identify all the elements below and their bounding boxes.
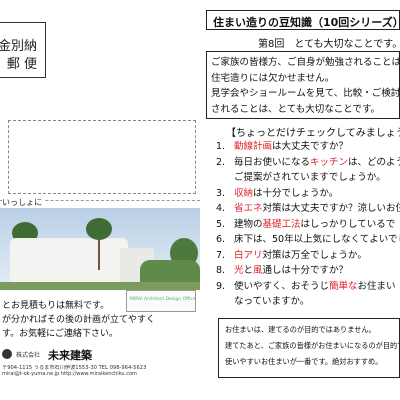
company-web: mirai@t-ok-yuma.ne.jp http://www.miraike… (2, 371, 137, 377)
intro-box: ご家族の皆様方、ご自身が勉強されることは 住宅造りには欠かせません。 見学会やシ… (206, 51, 400, 119)
item-text: 通しは十分ですか？ (262, 265, 349, 276)
item-highlight: 基礎工法 (262, 218, 301, 230)
company-row: 株式会社 未来建築 (0, 349, 200, 362)
info-line: す。お気軽にご連絡下さい。 (2, 329, 118, 339)
item-number: 7. (216, 249, 226, 261)
series-title: 住まい造りの豆知識（10回シリーズ） (213, 16, 400, 29)
item-highlight: キッチン (310, 156, 349, 168)
closing-line: お住まいは、建てるのが目的ではありません。 (225, 325, 376, 334)
item-text: 建物の (234, 218, 263, 230)
list-item-continuation: ご提案がされていますでしょうか。 (234, 172, 386, 183)
address-area (8, 120, 196, 194)
item-text: と (243, 265, 254, 276)
item-number: 2. (216, 156, 226, 168)
list-item: 6. 床下は、50年以上気にしなくてよいでし (216, 232, 400, 248)
info-line: が分かればその後の計画が立てやすく (2, 315, 156, 325)
series-header: 住まい造りの豆知識（10回シリーズ） (206, 10, 400, 30)
shrubs (140, 260, 200, 282)
company-name: 未来建築 (48, 349, 92, 362)
list-item: 7. 白アリ対策は万全でしょうか。 (216, 248, 400, 264)
item-text: は大丈夫ですか？ (272, 141, 349, 152)
closing-box: お住まいは、建てるのが目的ではありません。 建てたあと、ご家族の皆様がお住まいに… (218, 318, 400, 378)
item-highlight: 簡単な (329, 280, 358, 292)
list-item: 1. 動線計画は大丈夫ですか？ (216, 139, 400, 155)
list-item: 3. 収納は十分でしょうか。 (216, 186, 400, 202)
postage-line-1: 金別納 (0, 39, 37, 54)
list-item: 5. 建物の基礎工法はしっかりしているで (216, 217, 400, 233)
postage-line-2: 郵 便 (6, 57, 37, 72)
company-type: 株式会社 (16, 352, 41, 359)
office-logo-text: MIRAI Architect Design Office (130, 297, 196, 302)
list-item: 8. 光と風通しは十分ですか？ (216, 263, 400, 279)
section-label: いっしょに (2, 197, 44, 208)
list-item: 2. 毎日お使いになるキッチンは、どのような (216, 155, 400, 171)
item-number: 8. (216, 265, 226, 276)
list-item: 9. 使いやすく、おそうじ簡単なお住まい (216, 279, 400, 295)
intro-line: 住宅造りには欠かせません。 (211, 72, 335, 84)
closing-line: 建てたあと、ご家族の皆様がお住まいになるのが目的です。 (225, 341, 400, 350)
intro-line: されることは、とても大切なことです。 (211, 103, 381, 115)
item-text: 対策は大丈夫ですか？涼しいお住ま (262, 203, 400, 214)
company-address: 〒904-1115 うるま市石川伊波1553-30 TEL 098-964-56… (2, 365, 147, 371)
item-highlight: 白アリ (234, 249, 263, 261)
item-number: 1. (216, 141, 226, 152)
intro-line: 見学会やショールームを見て、比較・ご検討 (211, 88, 400, 99)
house-photo (0, 208, 200, 290)
item-highlight: 動線計画 (234, 141, 273, 152)
list-item-continuation: なっていますか。 (234, 296, 310, 307)
house-wall (10, 238, 128, 284)
check-heading: 【ちょっとだけチェックしてみましょう】 (226, 128, 400, 139)
item-text: 毎日お使いになる (234, 156, 311, 168)
lawn (0, 282, 200, 290)
item-number: 5. (216, 218, 226, 230)
postage-stamp-box: 金別納 郵 便 (0, 22, 46, 78)
intro-line: ご家族の皆様方、ご自身が勉強されることは (211, 57, 400, 68)
palm-tree (86, 218, 112, 240)
list-item: 4. 省エネ対策は大丈夫ですか？涼しいお住ま (216, 201, 400, 217)
item-number: 4. (216, 203, 226, 214)
closing-line: 使いやすいお住まいが一番です。絶対おすすめ。 (225, 357, 383, 366)
item-text: 対策は万全でしょうか。 (262, 249, 367, 261)
item-text: は十分でしょうか。 (253, 187, 339, 199)
postcard-panel: 金別納 郵 便 いっしょに MIRAI Architect Design Off… (0, 0, 200, 400)
item-number: 3. (216, 187, 226, 199)
item-number: 6. (216, 234, 226, 245)
office-logo-box: MIRAI Architect Design Office (126, 290, 196, 312)
episode-subtitle: 第8回 とても大切なことです。 (258, 39, 400, 50)
item-text: 使いやすく、おそうじ (234, 280, 330, 292)
item-text: はしっかりしているで (300, 218, 396, 230)
item-number: 9. (216, 280, 226, 292)
item-highlight: 収納 (234, 187, 254, 199)
checklist: 1. 動線計画は大丈夫ですか？ 2. 毎日お使いになるキッチンは、どのような ご提案… (216, 139, 400, 310)
item-highlight: 光 (234, 265, 244, 276)
company-logo-icon (2, 349, 12, 359)
item-text: 床下は、50年以上気にしなくてよいでし (234, 234, 400, 245)
info-line: とお見積もりは無料です。 (2, 301, 110, 311)
item-text: お住まい (357, 280, 396, 292)
item-highlight: 風 (253, 265, 263, 276)
leaflet-panel: 住まい造りの豆知識（10回シリーズ） 第8回 とても大切なことです。 ご家族の皆… (206, 0, 400, 400)
item-highlight: 省エネ (234, 203, 263, 214)
item-text: は、どのような (348, 156, 400, 168)
